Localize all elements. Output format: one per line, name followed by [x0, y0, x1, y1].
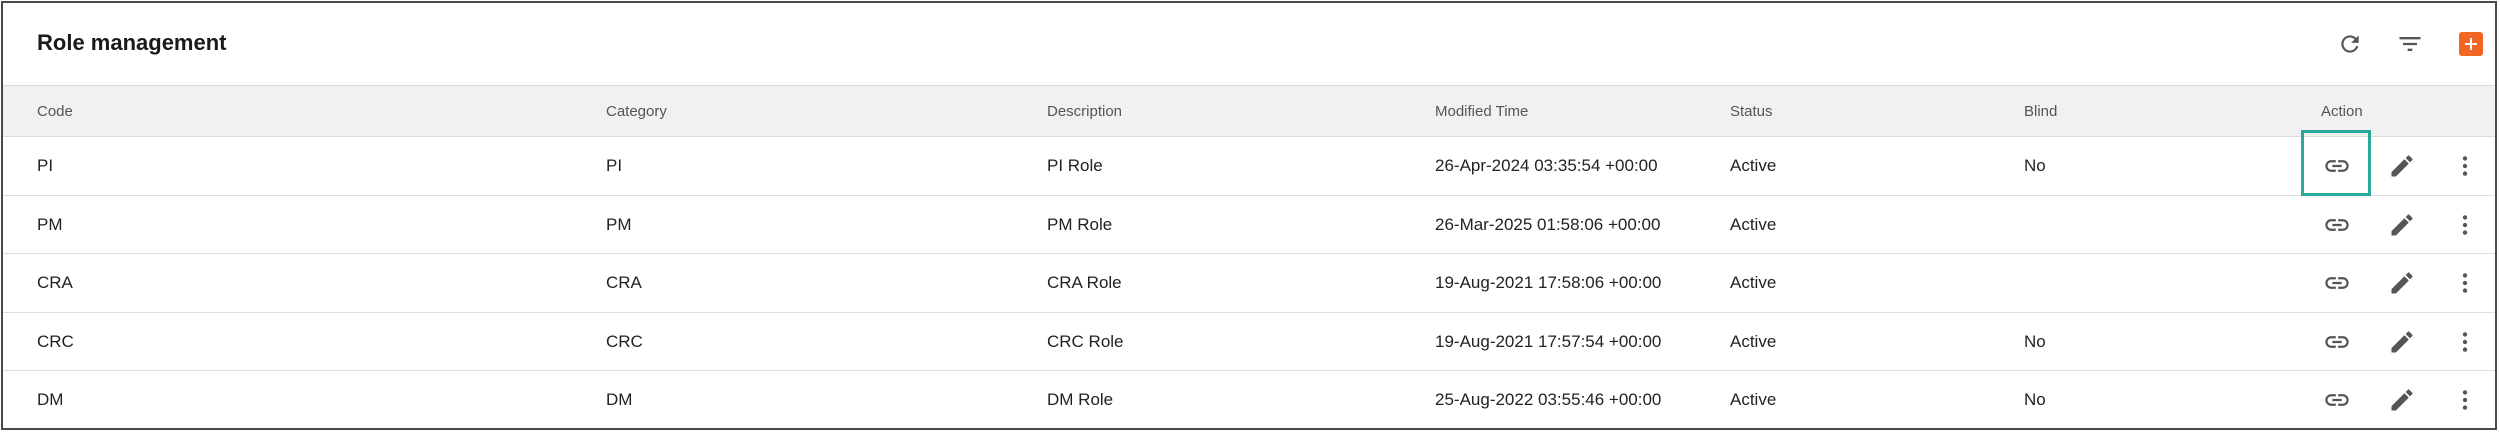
column-header-status[interactable]: Status: [1730, 86, 1773, 138]
filter-button[interactable]: [2395, 29, 2425, 59]
cell-status: Active: [1730, 156, 1777, 175]
column-header-category[interactable]: Category: [606, 86, 667, 138]
cell-description: CRA Role: [1047, 273, 1122, 292]
cell-code: PI: [37, 156, 54, 175]
cell-modified-time: 25-Aug-2022 03:55:46 +00:00: [1435, 390, 1662, 409]
cell-description: DM Role: [1047, 390, 1114, 409]
link-button[interactable]: [2303, 313, 2371, 371]
link-button[interactable]: [2303, 196, 2371, 254]
more-options-button[interactable]: [2451, 371, 2479, 429]
more-vertical-icon: [2462, 331, 2468, 352]
cell-category: PM: [606, 214, 632, 234]
link-icon: [2325, 160, 2349, 172]
pencil-icon: [2391, 330, 2413, 352]
table-row[interactable]: CRC CRC CRC Role 19-Aug-2021 17:57:54 +0…: [3, 313, 2495, 371]
more-vertical-icon: [2462, 273, 2468, 293]
cell-status: Active: [1730, 214, 1777, 234]
cell-code: DM: [37, 390, 64, 409]
plus-icon: [2465, 38, 2477, 50]
pencil-icon: [2391, 272, 2413, 294]
edit-button[interactable]: [2385, 371, 2419, 429]
edit-button[interactable]: [2385, 137, 2419, 195]
cell-blind: No: [2024, 156, 2046, 175]
more-options-button[interactable]: [2451, 254, 2479, 312]
link-icon: [2325, 218, 2349, 231]
cell-code: CRC: [37, 331, 74, 351]
cell-status: Active: [1730, 273, 1777, 292]
pencil-icon: [2391, 389, 2413, 411]
cell-modified-time: 26-Apr-2024 03:35:54 +00:00: [1435, 156, 1658, 175]
table-row[interactable]: CRA CRA CRA Role 19-Aug-2021 17:58:06 +0…: [3, 254, 2495, 313]
link-icon: [2325, 335, 2349, 348]
table-row[interactable]: DM DM DM Role 25-Aug-2022 03:55:46 +00:0…: [3, 371, 2495, 430]
refresh-icon: [2341, 35, 2359, 53]
more-vertical-icon: [2462, 214, 2468, 235]
cell-description: PI Role: [1047, 156, 1103, 175]
table-row[interactable]: PM PM PM Role 26-Mar-2025 01:58:06 +00:0…: [3, 196, 2495, 254]
roles-table: Code Category Description Modified Time …: [3, 85, 2495, 430]
cell-blind: No: [2024, 331, 2046, 351]
cell-modified-time: 26-Mar-2025 01:58:06 +00:00: [1435, 214, 1661, 234]
link-icon: [2325, 277, 2349, 289]
column-header-description[interactable]: Description: [1047, 86, 1122, 138]
refresh-button[interactable]: [2335, 29, 2365, 59]
cell-category: CRA: [606, 273, 642, 292]
table-header-row: Code Category Description Modified Time …: [3, 85, 2495, 137]
edit-button[interactable]: [2385, 313, 2419, 371]
column-header-blind[interactable]: Blind: [2024, 86, 2057, 138]
cell-description: PM Role: [1047, 214, 1113, 234]
cell-description: CRC Role: [1047, 331, 1124, 351]
column-header-code[interactable]: Code: [37, 86, 73, 138]
cell-modified-time: 19-Aug-2021 17:57:54 +00:00: [1435, 331, 1662, 351]
more-vertical-icon: [2462, 156, 2468, 176]
link-button[interactable]: [2303, 371, 2371, 429]
more-options-button[interactable]: [2451, 313, 2479, 371]
link-icon: [2325, 394, 2349, 406]
pencil-icon: [2391, 155, 2413, 177]
link-button[interactable]: [2303, 137, 2371, 195]
cell-modified-time: 19-Aug-2021 17:58:06 +00:00: [1435, 273, 1662, 292]
more-options-button[interactable]: [2451, 196, 2479, 254]
cell-category: CRC: [606, 331, 643, 351]
panel-header: Role management: [3, 3, 2495, 85]
edit-button[interactable]: [2385, 254, 2419, 312]
more-vertical-icon: [2462, 390, 2468, 410]
cell-status: Active: [1730, 390, 1777, 409]
cell-code: CRA: [37, 273, 73, 292]
add-role-button[interactable]: [2459, 32, 2483, 56]
column-header-action: Action: [2321, 103, 2363, 120]
cell-blind: No: [2024, 390, 2046, 409]
link-button[interactable]: [2303, 254, 2371, 312]
cell-status: Active: [1730, 331, 1777, 351]
page-title: Role management: [37, 30, 227, 55]
filter-icon: [2399, 37, 2421, 51]
edit-button[interactable]: [2385, 196, 2419, 254]
more-options-button[interactable]: [2451, 137, 2479, 195]
pencil-icon: [2391, 213, 2413, 235]
cell-category: DM: [606, 390, 633, 409]
role-management-panel: Role management Code Category Descriptio…: [1, 1, 2497, 430]
cell-category: PI: [606, 156, 623, 175]
cell-code: PM: [37, 214, 63, 234]
table-row[interactable]: PI PI PI Role 26-Apr-2024 03:35:54 +00:0…: [3, 130, 2495, 196]
column-header-modified-time[interactable]: Modified Time: [1435, 86, 1528, 138]
